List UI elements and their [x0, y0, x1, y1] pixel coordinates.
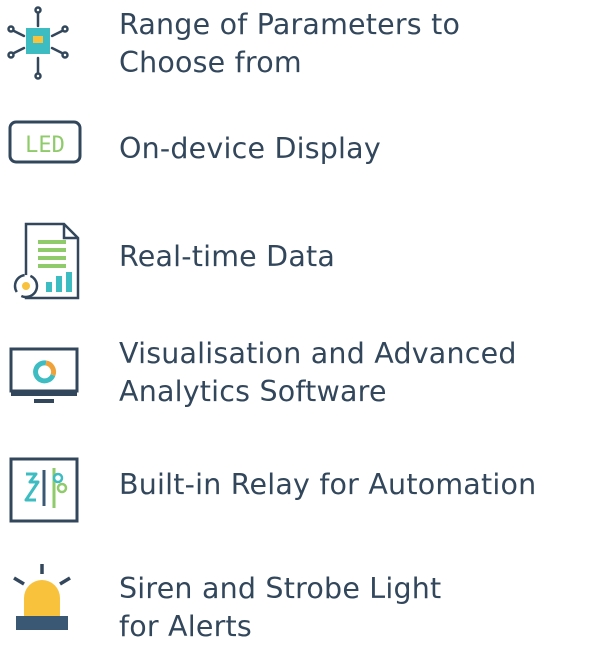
- feature-item-parameters: Range of Parameters to Choose from: [0, 0, 602, 90]
- feature-label: Visualisation and Advanced Analytics Sof…: [119, 337, 517, 408]
- feature-item-display: LED On-device Display: [0, 110, 602, 190]
- feature-item-siren: Siren and Strobe Light for Alerts: [0, 556, 602, 643]
- feature-item-relay: Built-in Relay for Automation: [0, 450, 602, 530]
- feature-label: Real-time Data: [119, 240, 336, 273]
- feature-label: Built-in Relay for Automation: [119, 468, 537, 501]
- data-document-icon: [13, 222, 80, 300]
- feature-item-visualisation: Visualisation and Advanced Analytics Sof…: [0, 335, 602, 425]
- feature-item-realtime: Real-time Data: [0, 212, 602, 302]
- svg-text:LED: LED: [25, 133, 65, 158]
- monitor-chart-icon: [9, 347, 79, 403]
- led-display-icon: LED: [8, 120, 82, 164]
- feature-label: On-device Display: [119, 132, 381, 165]
- feature-label: Range of Parameters to Choose from: [119, 8, 461, 79]
- circuit-chip-icon: [7, 6, 69, 80]
- siren-light-icon: [13, 564, 71, 630]
- feature-label: Siren and Strobe Light for Alerts: [119, 572, 442, 643]
- relay-switch-icon: [9, 457, 79, 523]
